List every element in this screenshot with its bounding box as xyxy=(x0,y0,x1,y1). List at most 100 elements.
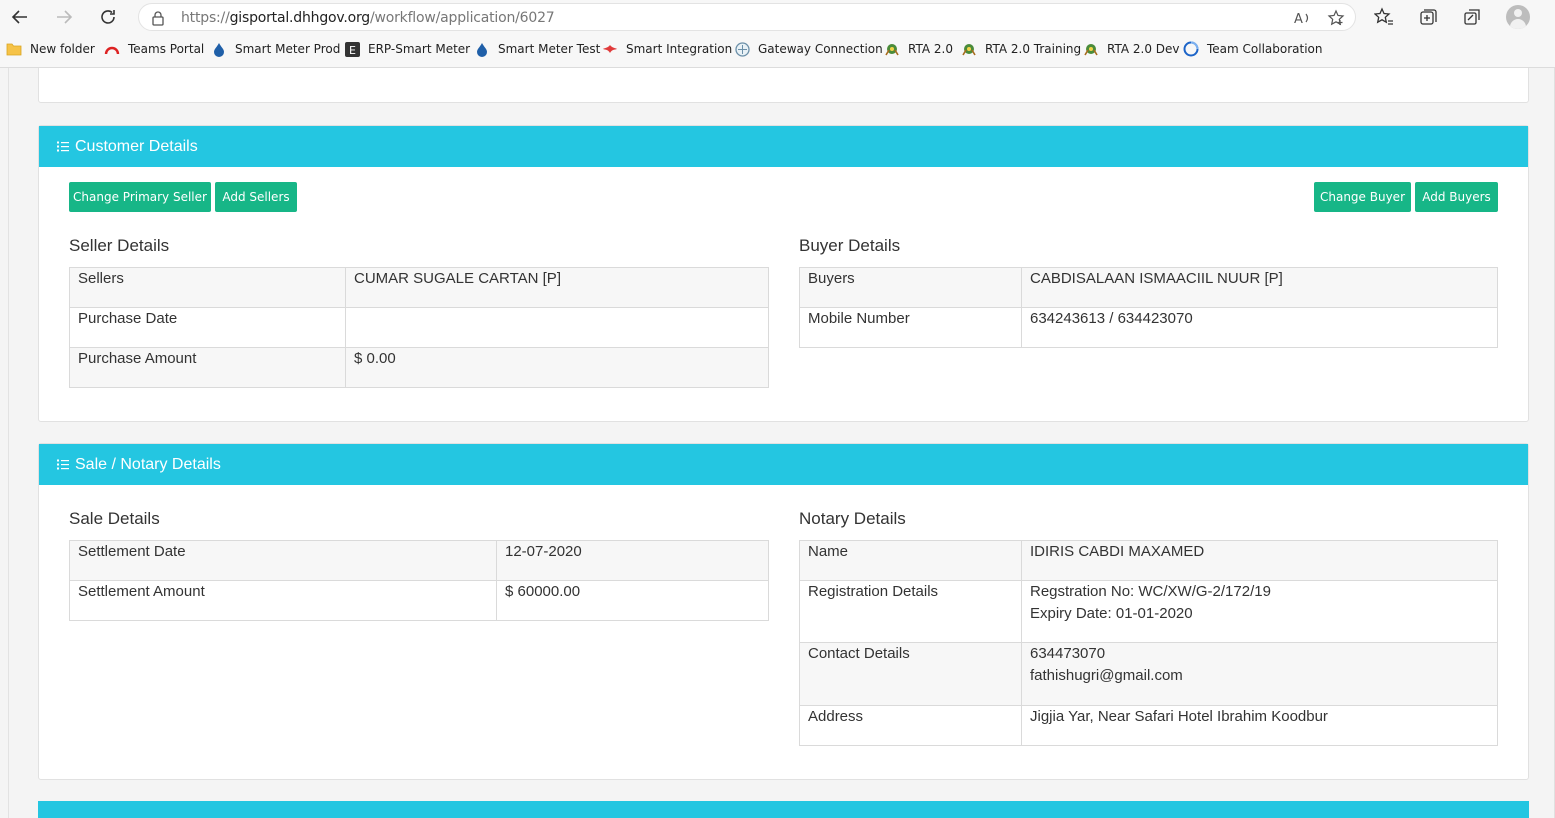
droplet-icon xyxy=(214,42,224,57)
buyers-label: Buyers xyxy=(799,267,1022,308)
contact-details-label: Contact Details xyxy=(799,642,1022,706)
table-row: Settlement Amount $ 60000.00 xyxy=(69,580,769,621)
address-bar[interactable]: https://gisportal.dhhgov.org/workflow/ap… xyxy=(138,3,1356,31)
erp-icon: E xyxy=(344,41,360,57)
mobile-number-label: Mobile Number xyxy=(799,307,1022,348)
add-sellers-button[interactable]: Add Sellers xyxy=(215,182,297,212)
purchase-amount-label: Purchase Amount xyxy=(69,347,346,388)
url-text[interactable]: https://gisportal.dhhgov.org/workflow/ap… xyxy=(181,10,555,26)
table-row: Contact Details 634473070 fathishugri@gm… xyxy=(799,642,1498,706)
bookmark-smart-meter-prod[interactable]: Smart Meter Prod xyxy=(211,40,340,58)
bookmark-label: Team Collaboration xyxy=(1207,42,1323,56)
back-button[interactable] xyxy=(8,5,32,29)
bookmark-new-folder[interactable]: New folder xyxy=(6,40,95,58)
lock-icon[interactable] xyxy=(151,10,165,26)
purchase-date-label: Purchase Date xyxy=(69,307,346,348)
bookmark-label: Smart Meter Test xyxy=(498,42,601,56)
add-buyers-button[interactable]: Add Buyers xyxy=(1415,182,1498,212)
bookmark-label: Smart Meter Prod xyxy=(235,42,341,56)
buyers-value: CABDISALAAN ISMAACIIL NUUR [P] xyxy=(1021,267,1498,308)
customer-details-card: Customer Details Change Primary Seller A… xyxy=(38,125,1529,422)
contact-details-value: 634473070 fathishugri@gmail.com xyxy=(1021,642,1498,706)
arrow-right-icon xyxy=(57,10,73,24)
notary-name-text: IDIRIS CABDI MAXAMED xyxy=(1030,543,1205,560)
sale-details-title: Sale Details xyxy=(69,509,160,528)
bookmark-smart-meter-test[interactable]: Smart Meter Test xyxy=(474,40,600,58)
contact-phone: 634473070 xyxy=(1030,645,1106,662)
favorites-button[interactable] xyxy=(1373,6,1395,28)
next-card-header xyxy=(38,801,1529,818)
rta-icon xyxy=(1084,43,1098,55)
droplet-icon xyxy=(477,42,487,57)
list-icon xyxy=(57,141,69,152)
buyer-details-table: Buyers CABDISALAAN ISMAACIIL NUUR [P] Mo… xyxy=(799,267,1498,348)
customer-details-header: Customer Details xyxy=(39,126,1528,167)
bookmark-label: RTA 2.0 Dev xyxy=(1107,42,1180,56)
sale-notary-details-card: Sale / Notary Details Sale Details Settl… xyxy=(38,443,1529,780)
url-host: gisportal.dhhgov.org xyxy=(229,10,371,26)
svg-text:A: A xyxy=(1294,12,1303,27)
bookmark-rta-2-0-dev[interactable]: RTA 2.0 Dev xyxy=(1083,40,1180,58)
registration-details-label: Registration Details xyxy=(799,580,1022,643)
registration-number: Regstration No: WC/XW/G-2/172/19 xyxy=(1030,583,1271,600)
browser-essentials-button[interactable] xyxy=(1461,6,1483,28)
reload-button[interactable] xyxy=(96,5,120,29)
previous-card xyxy=(38,68,1529,103)
table-row: Sellers CUMAR SUGALE CARTAN [P] xyxy=(69,267,769,308)
change-primary-seller-button[interactable]: Change Primary Seller xyxy=(69,182,211,212)
forward-button[interactable] xyxy=(52,5,76,29)
bookmark-erp-smart-meter[interactable]: E ERP-Smart Meter xyxy=(344,40,470,58)
next-card xyxy=(38,801,1529,818)
seller-label: Sellers xyxy=(69,267,346,308)
bookmark-label: RTA 2.0 xyxy=(908,42,953,56)
bookmark-label: Smart Integration xyxy=(626,42,733,56)
settlement-amount-label: Settlement Amount xyxy=(69,580,497,621)
url-path: /workflow/application/6027 xyxy=(369,10,555,26)
collections-icon xyxy=(1420,9,1437,25)
bookmark-teams-portal[interactable]: Teams Portal xyxy=(104,40,204,58)
bookmark-label: Teams Portal xyxy=(128,42,205,56)
bookmark-rta-2-0[interactable]: RTA 2.0 xyxy=(884,40,953,58)
table-row: Name IDIRIS CABDI MAXAMED xyxy=(799,540,1498,581)
sale-notary-details-title: Sale / Notary Details xyxy=(75,455,221,473)
collections-button[interactable] xyxy=(1417,6,1439,28)
notary-name-value: IDIRIS CABDI MAXAMED xyxy=(1021,540,1498,581)
browser-toolbar: https://gisportal.dhhgov.org/workflow/ap… xyxy=(0,0,1555,34)
registration-details-value: Regstration No: WC/XW/G-2/172/19 Expiry … xyxy=(1021,580,1498,643)
browser-chrome: https://gisportal.dhhgov.org/workflow/ap… xyxy=(0,0,1555,68)
favorite-add-icon[interactable] xyxy=(1327,9,1345,27)
list-icon xyxy=(57,459,69,470)
registration-expiry: Expiry Date: 01-01-2020 xyxy=(1030,605,1193,622)
bookmark-rta-2-0-training[interactable]: RTA 2.0 Training xyxy=(961,40,1081,58)
notary-details-table: Name IDIRIS CABDI MAXAMED Registration D… xyxy=(799,540,1498,746)
collaboration-icon xyxy=(1183,41,1199,57)
purchase-amount-value: $ 0.00 xyxy=(345,347,769,388)
table-row: Purchase Date xyxy=(69,307,769,348)
contact-email[interactable]: fathishugri@gmail.com xyxy=(1030,665,1489,687)
table-row: Buyers CABDISALAAN ISMAACIIL NUUR [P] xyxy=(799,267,1498,308)
settlement-date-label: Settlement Date xyxy=(69,540,497,581)
settlement-date-value: 12-07-2020 xyxy=(496,540,769,581)
rta-icon xyxy=(885,43,899,55)
bookmark-team-collaboration[interactable]: Team Collaboration xyxy=(1183,40,1323,58)
address-label: Address xyxy=(799,705,1022,746)
bookmark-smart-integration[interactable]: Smart Integration xyxy=(602,40,732,58)
bookmark-gateway-connection[interactable]: Gateway Connection xyxy=(734,40,883,58)
bookmarks-bar: New folder Teams Portal Smart Meter Prod… xyxy=(0,38,1555,60)
rta-icon xyxy=(962,43,976,55)
notary-details-title: Notary Details xyxy=(799,509,906,528)
read-aloud-icon[interactable]: A xyxy=(1293,9,1311,27)
sale-details-table: Settlement Date 12-07-2020 Settlement Am… xyxy=(69,540,769,621)
change-buyer-button[interactable]: Change Buyer xyxy=(1314,182,1411,212)
customer-details-title: Customer Details xyxy=(75,137,198,155)
bookmark-label: RTA 2.0 Training xyxy=(985,42,1082,56)
table-row: Purchase Amount $ 0.00 xyxy=(69,347,769,388)
arrow-left-icon xyxy=(11,10,27,24)
table-row: Address Jigjia Yar, Near Safari Hotel Ib… xyxy=(799,705,1498,746)
bookmark-label: New folder xyxy=(30,42,95,56)
mobile-number-value: 634243613 / 634423070 xyxy=(1021,307,1498,348)
seller-details-title: Seller Details xyxy=(69,236,170,255)
profile-avatar[interactable] xyxy=(1506,5,1530,29)
sale-notary-details-header: Sale / Notary Details xyxy=(39,444,1528,485)
bookmark-label: Gateway Connection xyxy=(758,42,883,56)
